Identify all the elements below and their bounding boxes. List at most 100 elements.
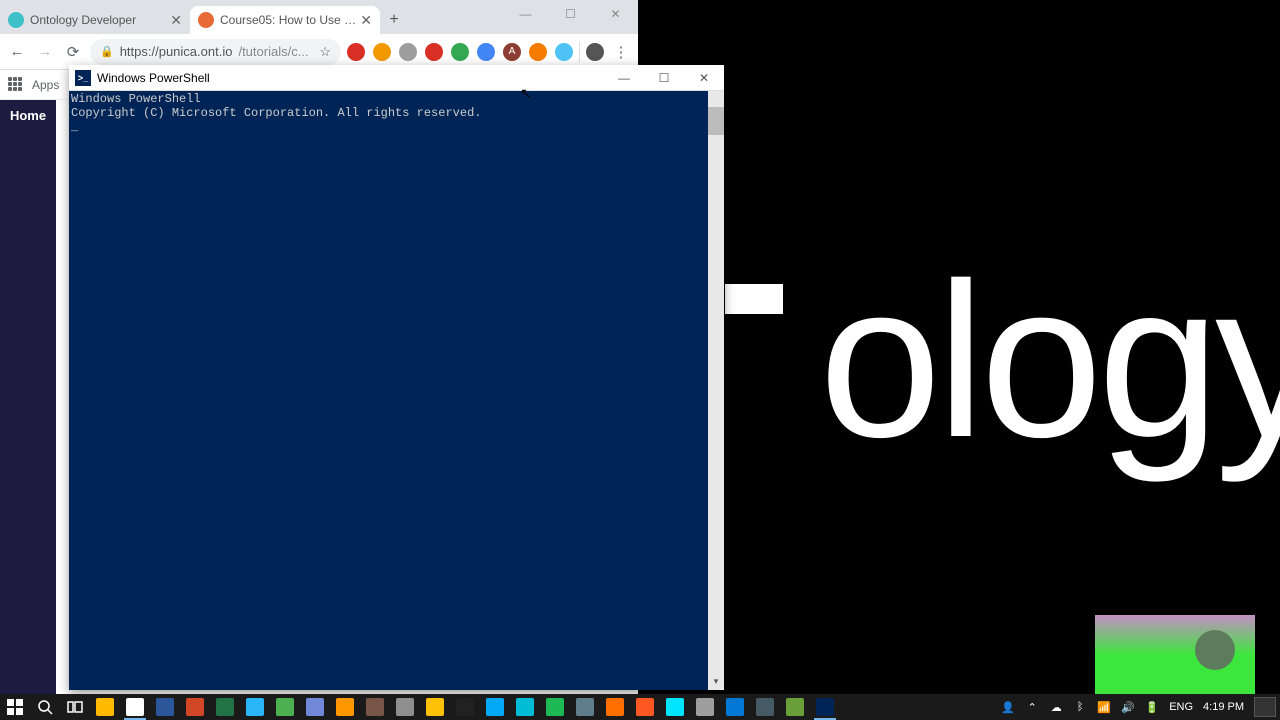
- powerpoint-icon: [186, 698, 204, 716]
- extension-icons: A: [347, 43, 573, 61]
- maximize-button[interactable]: ☐: [644, 65, 684, 90]
- apps-icon[interactable]: [8, 77, 24, 93]
- taskbar-app-app11[interactable]: [780, 694, 810, 720]
- taskbar-app-app3[interactable]: [390, 694, 420, 720]
- extension-icon[interactable]: [555, 43, 573, 61]
- taskbar-app-app9[interactable]: [660, 694, 690, 720]
- extension-icon[interactable]: [425, 43, 443, 61]
- taskbar-app-skype[interactable]: [480, 694, 510, 720]
- ps-line: Copyright (C) Microsoft Corporation. All…: [71, 106, 481, 120]
- taskbar-app-powerpoint[interactable]: [180, 694, 210, 720]
- taskbar-app-app6[interactable]: [510, 694, 540, 720]
- sidebar-home-link[interactable]: Home: [10, 108, 46, 123]
- powershell-icon: >_: [75, 70, 91, 86]
- excel-icon: [216, 698, 234, 716]
- apps-label[interactable]: Apps: [32, 78, 59, 92]
- taskbar-app-terminal[interactable]: [750, 694, 780, 720]
- vscode-icon: [726, 698, 744, 716]
- taskbar-app-word[interactable]: [150, 694, 180, 720]
- extension-icon[interactable]: [373, 43, 391, 61]
- app2-icon: [366, 698, 384, 716]
- app1-icon: [336, 698, 354, 716]
- taskbar-app-explorer[interactable]: [90, 694, 120, 720]
- maximize-button[interactable]: ☐: [548, 0, 593, 28]
- profile-avatar[interactable]: [586, 43, 604, 61]
- app3-icon: [396, 698, 414, 716]
- powershell-icon: [816, 698, 834, 716]
- minimize-button[interactable]: —: [604, 65, 644, 90]
- taskbar-app-app2[interactable]: [360, 694, 390, 720]
- back-button[interactable]: ←: [6, 41, 28, 63]
- chrome-window-controls: — ☐ ✕: [503, 0, 638, 28]
- taskbar-app-app7[interactable]: [600, 694, 630, 720]
- scroll-thumb[interactable]: [708, 107, 724, 135]
- taskbar-app-vscode[interactable]: [720, 694, 750, 720]
- tab-close-icon[interactable]: ✕: [360, 12, 372, 29]
- extension-icon[interactable]: [347, 43, 365, 61]
- wifi-icon[interactable]: 📶: [1097, 700, 1111, 714]
- taskbar-app-app5[interactable]: [450, 694, 480, 720]
- language-indicator[interactable]: ENG: [1169, 701, 1193, 713]
- favicon-icon: [8, 12, 24, 28]
- taskbar-app-app10[interactable]: [690, 694, 720, 720]
- scrollbar[interactable]: ▴ ▾: [708, 91, 724, 690]
- taskbar-app-wechat[interactable]: [270, 694, 300, 720]
- close-button[interactable]: ✕: [593, 0, 638, 28]
- extension-icon[interactable]: A: [503, 43, 521, 61]
- tab-ontology-developer[interactable]: Ontology Developer ✕: [0, 6, 190, 34]
- battery-icon[interactable]: 🔋: [1145, 700, 1159, 714]
- tab-course05[interactable]: Course05: How to Use Rpc/Rest ✕: [190, 6, 380, 34]
- chrome-tabstrip: Ontology Developer ✕ Course05: How to Us…: [0, 0, 638, 34]
- tab-label: Course05: How to Use Rpc/Rest: [220, 13, 356, 27]
- task-view-button[interactable]: [60, 694, 90, 720]
- tab-close-icon[interactable]: ✕: [170, 12, 182, 29]
- cloud-icon[interactable]: ☁: [1049, 700, 1063, 714]
- sound-icon[interactable]: 🔊: [1121, 700, 1135, 714]
- taskbar-app-telegram[interactable]: [240, 694, 270, 720]
- taskbar-app-excel[interactable]: [210, 694, 240, 720]
- tray-chevron-icon[interactable]: ⌃: [1025, 700, 1039, 714]
- scroll-down-icon[interactable]: ▾: [708, 674, 724, 690]
- extension-icon[interactable]: [529, 43, 547, 61]
- new-tab-button[interactable]: +: [380, 6, 408, 34]
- close-button[interactable]: ✕: [684, 65, 724, 90]
- ps-line: Windows PowerShell: [71, 92, 201, 106]
- favicon-icon: [198, 12, 214, 28]
- start-button[interactable]: [0, 694, 30, 720]
- extension-icon[interactable]: [451, 43, 469, 61]
- tab-label: Ontology Developer: [30, 13, 166, 27]
- extension-icon[interactable]: [399, 43, 417, 61]
- skype-icon: [486, 698, 504, 716]
- terminal-icon: [756, 698, 774, 716]
- notification-center-icon[interactable]: [1254, 697, 1276, 717]
- separator: [579, 42, 580, 62]
- star-icon[interactable]: ☆: [319, 44, 331, 60]
- address-bar[interactable]: 🔒 https://punica.ont.io/tutorials/c... ☆: [90, 39, 341, 65]
- taskbar-app-chrome[interactable]: [120, 694, 150, 720]
- taskbar-app-app1[interactable]: [330, 694, 360, 720]
- forward-button[interactable]: →: [34, 41, 56, 63]
- powershell-titlebar[interactable]: >_ Windows PowerShell — ☐ ✕: [69, 65, 724, 91]
- app8-icon: [636, 698, 654, 716]
- people-icon[interactable]: 👤: [1001, 700, 1015, 714]
- app10-icon: [696, 698, 714, 716]
- windows-taskbar: 👤 ⌃ ☁ ᛒ 📶 🔊 🔋 ENG 4:19 PM: [0, 694, 1280, 720]
- taskbar-app-powershell[interactable]: [810, 694, 840, 720]
- taskbar-app-discord[interactable]: [300, 694, 330, 720]
- search-button[interactable]: [30, 694, 60, 720]
- chrome-menu-button[interactable]: ⋮: [610, 41, 632, 63]
- app4-icon: [426, 698, 444, 716]
- minimize-button[interactable]: —: [503, 0, 548, 28]
- extension-icon[interactable]: [477, 43, 495, 61]
- bluetooth-icon[interactable]: ᛒ: [1073, 700, 1087, 714]
- powershell-terminal[interactable]: Windows PowerShell Copyright (C) Microso…: [69, 91, 724, 690]
- reload-button[interactable]: ⟳: [62, 41, 84, 63]
- telegram-icon: [246, 698, 264, 716]
- clock[interactable]: 4:19 PM: [1203, 701, 1244, 713]
- webcam-overlay: [1095, 615, 1255, 695]
- taskbar-app-app4[interactable]: [420, 694, 450, 720]
- taskbar-app-slack[interactable]: [570, 694, 600, 720]
- taskbar-app-spotify[interactable]: [540, 694, 570, 720]
- taskbar-app-app8[interactable]: [630, 694, 660, 720]
- page-sidebar: Home: [0, 100, 56, 694]
